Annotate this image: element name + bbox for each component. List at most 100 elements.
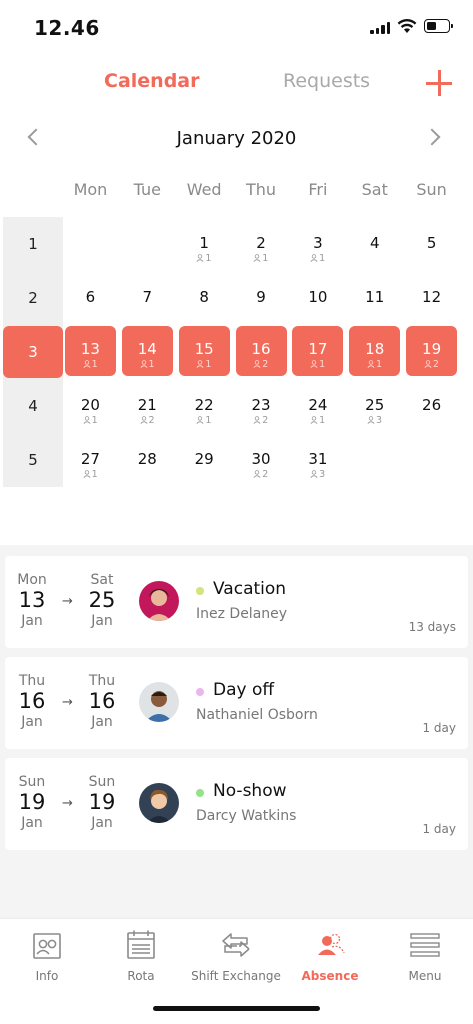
week-number[interactable]: 2 xyxy=(3,271,63,325)
calendar-day[interactable]: 12 xyxy=(403,271,460,325)
calendar-day[interactable]: 9 xyxy=(233,271,290,325)
absence-count-value: 2 xyxy=(432,359,440,370)
calendar-day[interactable]: 11 xyxy=(176,217,233,271)
absence-card[interactable]: Sun 19 Jan → Sun 19 Jan No-show Darcy Watkins 1 d… xyxy=(5,758,468,850)
tab-requests[interactable]: Requests xyxy=(283,70,370,92)
from-month: Jan xyxy=(21,815,43,831)
week-number[interactable]: 3 xyxy=(3,326,63,378)
to-month: Jan xyxy=(91,714,113,730)
absence-count: 2 xyxy=(233,469,290,480)
to-weekday: Sun xyxy=(88,774,116,790)
person-icon xyxy=(310,469,319,480)
day-number: 23 xyxy=(251,396,271,414)
person-icon xyxy=(367,359,376,370)
absence-count: 1 xyxy=(119,359,176,370)
nav-info[interactable]: Info xyxy=(0,929,94,983)
nav-rota[interactable]: Rota xyxy=(94,929,188,983)
calendar-day xyxy=(403,433,460,487)
calendar-day[interactable]: 19 2 xyxy=(403,325,460,379)
absence-count-value: 1 xyxy=(319,359,326,370)
to-day: 16 xyxy=(88,689,116,713)
person-icon xyxy=(424,359,433,370)
person-icon xyxy=(83,359,92,370)
calendar-day[interactable]: 18 1 xyxy=(346,325,403,379)
calendar-day[interactable]: 20 1 xyxy=(62,379,119,433)
nav-absence[interactable]: Absence xyxy=(283,929,377,983)
day-number: 10 xyxy=(308,288,328,306)
calendar-day[interactable]: 29 xyxy=(176,433,233,487)
calendar-day[interactable]: 11 xyxy=(346,271,403,325)
person-icon xyxy=(253,253,262,264)
absence-count: 1 xyxy=(289,359,346,370)
absence-count: 1 xyxy=(62,359,119,370)
month-title: January 2020 xyxy=(176,128,297,149)
calendar-day[interactable]: 28 xyxy=(119,433,176,487)
absence-count: 2 xyxy=(233,359,290,370)
calendar-day[interactable]: 10 xyxy=(289,271,346,325)
absence-count-value: 3 xyxy=(319,469,326,480)
calendar-day[interactable]: 25 3 xyxy=(346,379,403,433)
absence-count-value: 1 xyxy=(205,253,212,264)
calendar-day[interactable]: 21 2 xyxy=(119,379,176,433)
calendar-day[interactable]: 6 xyxy=(62,271,119,325)
from-day: 16 xyxy=(18,689,46,713)
absence-count: 3 xyxy=(289,469,346,480)
day-number: 17 xyxy=(308,340,328,358)
status-time: 12.46 xyxy=(34,16,100,40)
absence-count: 1 xyxy=(176,415,233,426)
person-icon xyxy=(310,359,319,370)
calendar-day[interactable]: 26 xyxy=(403,379,460,433)
absence-type: Day off xyxy=(213,680,275,700)
weekday-label: Wed xyxy=(186,180,222,199)
day-number: 28 xyxy=(137,450,157,468)
person-icon xyxy=(83,415,92,426)
calendar-day[interactable]: 27 1 xyxy=(62,433,119,487)
calendar-day[interactable]: 5 xyxy=(403,217,460,271)
tab-calendar[interactable]: Calendar xyxy=(104,70,199,92)
person-icon xyxy=(253,359,262,370)
calendar-day[interactable]: 22 1 xyxy=(176,379,233,433)
calendar-day[interactable]: 30 2 xyxy=(233,433,290,487)
calendar-day[interactable]: 21 xyxy=(233,217,290,271)
day-number: 13 xyxy=(80,340,100,358)
calendar-day[interactable]: 31 3 xyxy=(289,433,346,487)
absence-count: 1 xyxy=(346,359,403,370)
nav-shift-exchange[interactable]: Shift Exchange xyxy=(189,929,283,983)
absence-count-value: 2 xyxy=(262,359,269,370)
absence-count-value: 1 xyxy=(319,415,326,426)
day-number: 15 xyxy=(194,340,214,358)
calendar-day[interactable]: 16 2 xyxy=(233,325,290,379)
date-to: Sun 19 Jan xyxy=(80,774,124,831)
calendar-day[interactable]: 31 xyxy=(289,217,346,271)
employee-name: Nathaniel Osborn xyxy=(196,707,318,723)
calendar-day[interactable]: 14 1 xyxy=(119,325,176,379)
day-number: 20 xyxy=(80,396,100,414)
calendar-day[interactable]: 13 1 xyxy=(62,325,119,379)
absence-count: 2 xyxy=(119,415,176,426)
calendar-day[interactable]: 17 1 xyxy=(289,325,346,379)
date-to: Sat 25 Jan xyxy=(80,572,124,629)
absence-card[interactable]: Thu 16 Jan → Thu 16 Jan Day off Nathaniel Osborn… xyxy=(5,657,468,749)
week-number[interactable]: 1 xyxy=(3,217,63,271)
to-month: Jan xyxy=(91,815,113,831)
weekday-label: Sun xyxy=(416,180,447,199)
calendar-day[interactable]: 23 2 xyxy=(233,379,290,433)
absence-count: 1 xyxy=(176,359,233,370)
plus-icon[interactable] xyxy=(426,70,452,96)
calendar-day[interactable]: 7 xyxy=(119,271,176,325)
nav-menu[interactable]: Menu xyxy=(378,929,472,983)
to-day: 25 xyxy=(88,588,116,612)
date-from: Sun 19 Jan xyxy=(10,774,54,831)
calendar-day[interactable]: 8 xyxy=(176,271,233,325)
week-number[interactable]: 5 xyxy=(3,433,63,487)
calendar-day[interactable]: 24 1 xyxy=(289,379,346,433)
day-number: 27 xyxy=(80,450,100,468)
absence-card[interactable]: Mon 13 Jan → Sat 25 Jan Vacation Inez Delaney 13 … xyxy=(5,556,468,648)
date-from: Thu 16 Jan xyxy=(10,673,54,730)
week-number[interactable]: 4 xyxy=(3,379,63,433)
battery-icon xyxy=(424,19,453,33)
calendar-day[interactable]: 15 1 xyxy=(176,325,233,379)
calendar-day[interactable]: 4 xyxy=(346,217,403,271)
absence-duration: 1 day xyxy=(422,822,456,836)
day-number: 2 xyxy=(256,234,266,252)
